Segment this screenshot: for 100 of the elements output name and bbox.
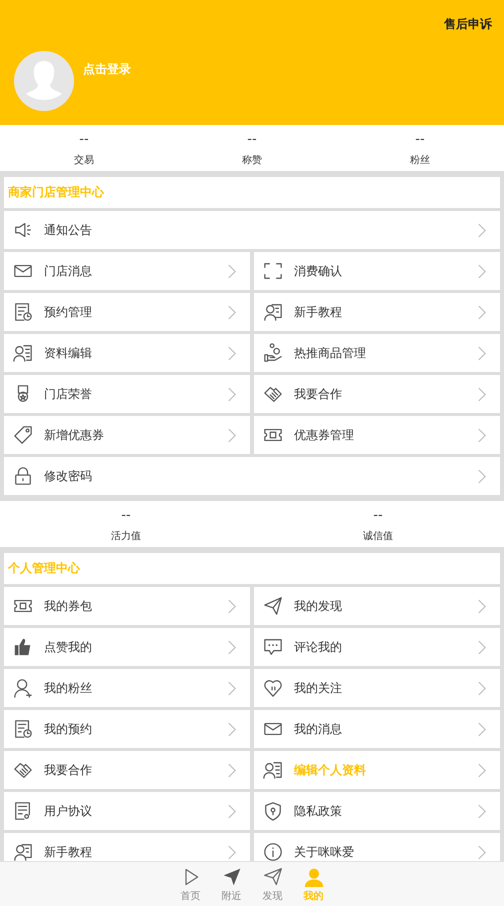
chevron-right-icon <box>478 804 486 818</box>
menu-label: 新增优惠券 <box>44 426 105 444</box>
chevron-right-icon <box>228 844 236 860</box>
chevron-right-icon <box>478 844 486 860</box>
person-icon <box>304 867 324 887</box>
menu-item[interactable]: 我的预约 <box>4 710 250 748</box>
menu-label: 通知公告 <box>44 222 93 238</box>
menu-item[interactable]: 隐私政策 <box>254 792 500 830</box>
menu-item[interactable]: 门店荣誉 <box>4 375 250 413</box>
menu-item[interactable]: 评论我的 <box>254 628 500 666</box>
menu-label: 门店荣誉 <box>44 386 93 402</box>
info-icon <box>263 842 283 861</box>
chevron-right-icon <box>228 428 236 442</box>
menu-item[interactable]: 资料编辑 <box>4 334 250 372</box>
menu-item[interactable]: 我的券包 <box>4 587 250 625</box>
stat-value: -- <box>247 132 257 147</box>
document-icon <box>13 801 33 821</box>
chevron-right-icon <box>228 804 236 818</box>
menu-item[interactable]: 消费确认 <box>254 252 500 290</box>
chevron-right-icon <box>228 386 236 402</box>
chevron-right-icon <box>478 640 486 654</box>
menu-label: 新手教程 <box>294 304 343 320</box>
after-sales-link[interactable]: 售后申诉 <box>444 16 492 33</box>
menu-item[interactable]: 新手教程 <box>4 833 250 861</box>
menu-item[interactable]: 优惠券管理 <box>254 416 500 454</box>
scan-icon <box>263 261 283 281</box>
menu-item[interactable]: 我要合作 <box>254 375 500 413</box>
menu-item[interactable]: 关于咪咪爱 <box>254 833 500 861</box>
stat-value: -- <box>373 508 383 523</box>
stat-value: -- <box>79 132 89 147</box>
chevron-right-icon <box>478 598 486 614</box>
stat-label: 称赞 <box>242 154 262 167</box>
heart-icon <box>263 678 283 698</box>
stat-label: 活力值 <box>111 530 141 543</box>
paper-plane-icon <box>262 867 282 887</box>
chevron-right-icon <box>228 722 236 736</box>
menu-item[interactable]: 点赞我的 <box>4 628 250 666</box>
menu-label: 修改密码 <box>44 468 93 484</box>
section-title: 商家门店管理中心 <box>4 177 500 208</box>
menu-item[interactable]: 修改密码 <box>4 457 500 495</box>
menu-item[interactable]: 热推商品管理 <box>254 334 500 372</box>
menu-label: 我的预约 <box>44 720 93 738</box>
menu-label: 新手教程 <box>44 844 93 860</box>
person-card-icon <box>13 343 33 363</box>
menu-item[interactable]: 我的消息 <box>254 710 500 748</box>
navigation-arrow-icon <box>222 867 242 887</box>
calendar-clock-icon <box>13 302 33 322</box>
menu-item[interactable]: 新手教程 <box>254 293 500 331</box>
menu-label: 关于咪咪爱 <box>294 844 355 860</box>
menu-label: 资料编辑 <box>44 344 93 362</box>
avatar[interactable] <box>14 51 74 111</box>
menu-label: 门店消息 <box>44 262 93 280</box>
person-card-icon <box>263 760 283 780</box>
menu-item[interactable]: 用户协议 <box>4 792 250 830</box>
menu-label: 热推商品管理 <box>294 344 367 362</box>
menu-label: 消费确认 <box>294 262 343 280</box>
stat-value: -- <box>415 132 425 147</box>
chevron-right-icon <box>228 264 236 278</box>
chevron-right-icon <box>228 762 236 778</box>
chevron-right-icon <box>478 428 486 442</box>
shield-icon <box>263 801 283 821</box>
stat-value: -- <box>121 508 131 523</box>
menu-item[interactable]: 新增优惠券 <box>4 416 250 454</box>
menu-item[interactable]: 预约管理 <box>4 293 250 331</box>
menu-item[interactable]: 我要合作 <box>4 751 250 789</box>
menu-item[interactable]: 我的发现 <box>254 587 500 625</box>
menu-label: 我要合作 <box>294 386 343 402</box>
section-title: 个人管理中心 <box>4 553 500 584</box>
handshake-icon <box>263 384 283 404</box>
stat-label: 粉丝 <box>410 154 430 167</box>
chevron-right-icon <box>228 346 236 360</box>
chevron-right-icon <box>228 680 236 696</box>
hand-icon <box>263 343 283 363</box>
person-card-icon <box>13 842 33 861</box>
stat-label: 诚信值 <box>363 530 393 543</box>
chevron-right-icon <box>228 640 236 654</box>
chevron-right-icon <box>228 304 236 320</box>
chevron-right-icon <box>478 264 486 278</box>
calendar-clock-icon <box>13 719 33 739</box>
chevron-right-icon <box>228 598 236 614</box>
chevron-right-icon <box>478 386 486 402</box>
menu-label: 预约管理 <box>44 304 93 320</box>
menu-item[interactable]: 我的粉丝 <box>4 669 250 707</box>
menu-label: 我的消息 <box>294 720 343 738</box>
person-icon <box>13 678 33 698</box>
speech-bubble-icon <box>263 637 283 657</box>
menu-item[interactable]: 通知公告 <box>4 211 500 249</box>
handshake-icon <box>13 760 33 780</box>
menu-item[interactable]: 门店消息 <box>4 252 250 290</box>
menu-label: 用户协议 <box>44 802 93 820</box>
chevron-right-icon <box>478 762 486 778</box>
chevron-right-icon <box>478 346 486 360</box>
menu-item[interactable]: 我的关注 <box>254 669 500 707</box>
thumbs-up-icon <box>13 637 33 657</box>
chevron-right-icon <box>478 722 486 736</box>
chevron-right-icon <box>478 304 486 320</box>
menu-label: 隐私政策 <box>294 802 343 820</box>
menu-label: 编辑个人资料 <box>294 762 367 778</box>
megaphone-icon <box>13 220 33 240</box>
stat-label: 交易 <box>74 154 94 167</box>
